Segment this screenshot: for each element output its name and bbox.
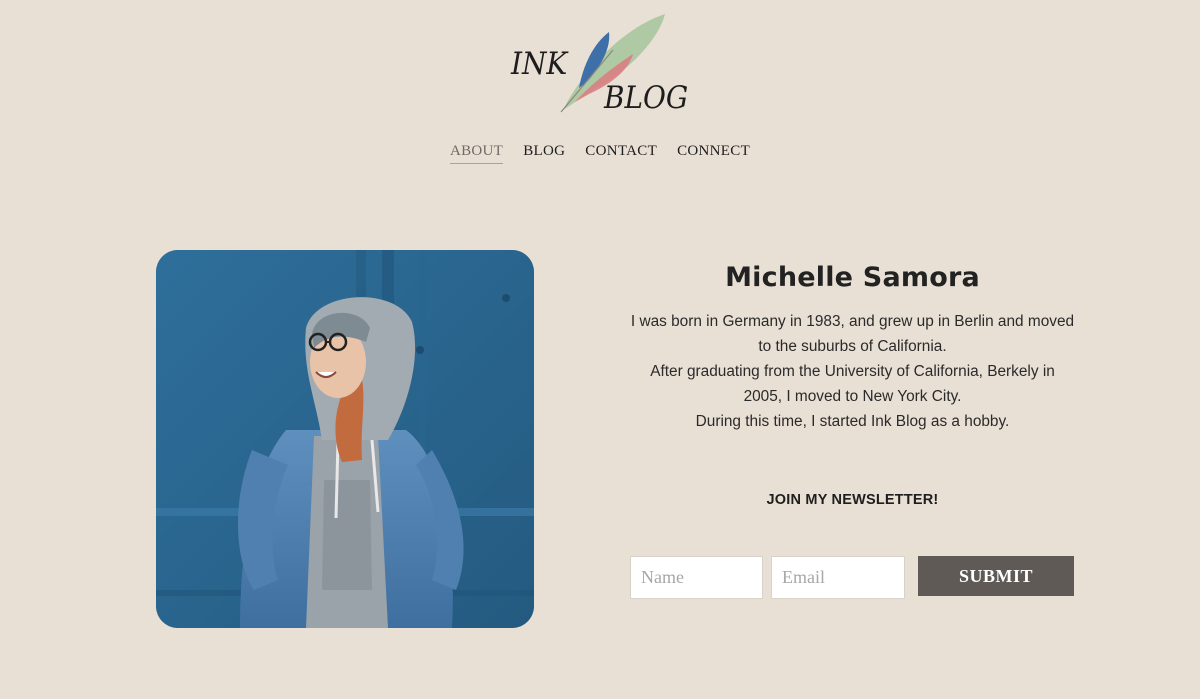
bio-text: I was born in Germany in 1983, and grew …: [610, 309, 1095, 434]
email-input[interactable]: [771, 556, 905, 599]
page: INK BLOG ABOUT BLOG CONTACT CONNECT Mich…: [0, 0, 1200, 699]
profile-photo-illustration: [156, 250, 534, 628]
nav-about[interactable]: ABOUT: [449, 143, 504, 164]
profile-photo: [156, 250, 534, 628]
bio-section: Michelle Samora I was born in Germany in…: [610, 262, 1095, 434]
nav-contact[interactable]: CONTACT: [585, 143, 657, 163]
bio-line: 2005, I moved to New York City.: [743, 388, 962, 405]
logo-text-ink: INK: [511, 46, 568, 82]
submit-button[interactable]: SUBMIT: [918, 556, 1074, 596]
author-name: Michelle Samora: [725, 262, 980, 293]
main-nav: ABOUT BLOG CONTACT CONNECT: [0, 143, 1200, 164]
logo-text-blog: BLOG: [604, 80, 689, 116]
bio-line: During this time, I started Ink Blog as …: [695, 413, 1010, 430]
nav-blog[interactable]: BLOG: [523, 143, 565, 163]
newsletter-heading: JOIN MY NEWSLETTER!: [766, 492, 939, 508]
ink-blog-logo[interactable]: INK BLOG: [505, 10, 695, 120]
name-input[interactable]: [630, 556, 763, 599]
bio-line: I was born in Germany in 1983, and grew …: [630, 313, 1075, 330]
nav-connect[interactable]: CONNECT: [677, 143, 750, 163]
bio-line: to the suburbs of California.: [758, 338, 947, 355]
bio-line: After graduating from the University of …: [650, 363, 1055, 380]
